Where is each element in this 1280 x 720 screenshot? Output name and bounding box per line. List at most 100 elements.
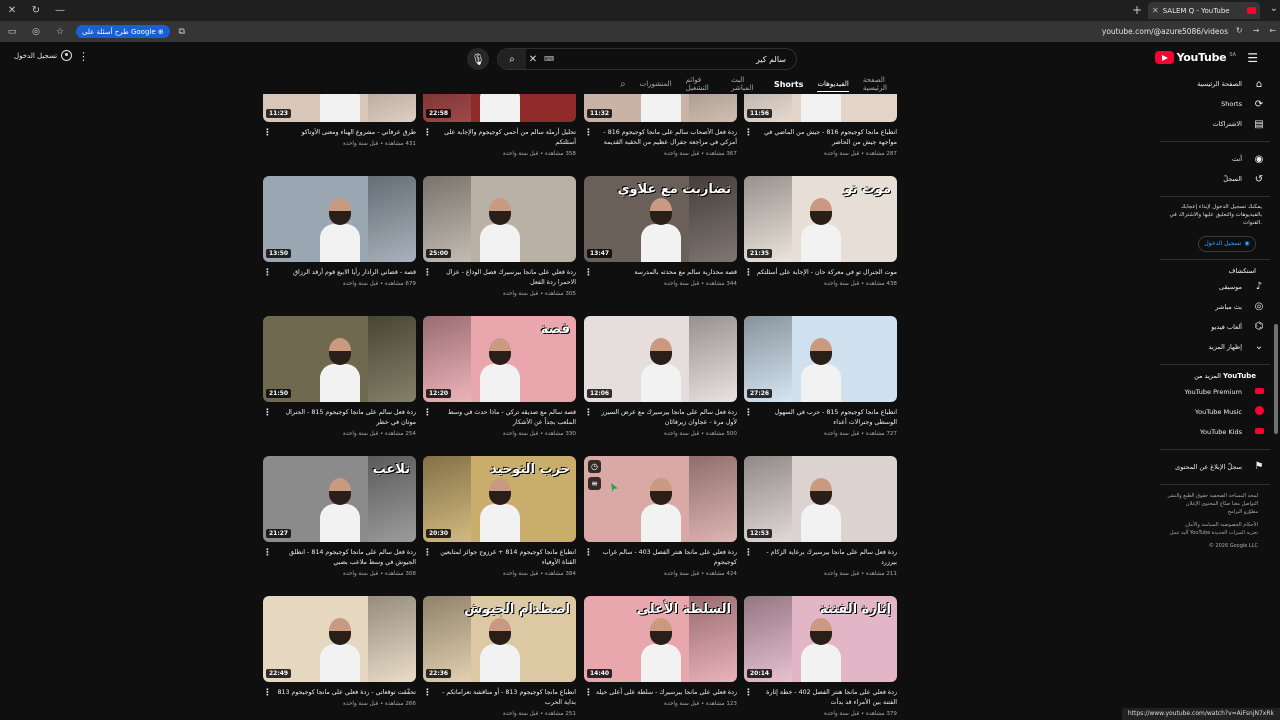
video-thumbnail[interactable]: 11:32 (584, 94, 737, 122)
tab-search-icon[interactable]: ⌄ (1270, 3, 1278, 14)
tab-close-icon[interactable]: ✕ (1152, 6, 1159, 15)
video-more-icon[interactable]: ⋮ (263, 268, 272, 278)
channel-tab[interactable]: الفيديوهات (817, 80, 849, 92)
video-thumbnail[interactable]: تلاعب 21:27 (263, 456, 416, 542)
settings-kebab-icon[interactable]: ⋮ (78, 50, 89, 63)
video-title[interactable]: ردة فعلي على مانجا هنتر الفصل 403 - سالم… (584, 548, 737, 568)
video-more-icon[interactable]: ⋮ (584, 548, 593, 558)
video-card[interactable]: 11:32 ⋮ ردة فعل الأصحاب سالم على مانجا كوج… (579, 94, 737, 176)
voice-search-icon[interactable]: 🎙 (467, 48, 489, 70)
video-title[interactable]: موت الجنرال تو في معركة حان - الإجابة عل… (744, 268, 897, 278)
video-more-icon[interactable]: ⋮ (744, 128, 753, 138)
video-card[interactable]: 12:06 ⋮ ردة فعل سالم على مانجا بيرسيرك مع … (579, 316, 737, 456)
forward-icon[interactable]: → (1253, 26, 1260, 35)
video-more-icon[interactable]: ⋮ (744, 408, 753, 418)
video-more-icon[interactable]: ⋮ (744, 548, 753, 558)
cast-icon[interactable]: ▭ (0, 27, 24, 37)
sidebar-item[interactable]: الاشتراكات ▤ (1160, 114, 1270, 134)
video-thumbnail[interactable]: 11:23 (263, 94, 416, 122)
footer-links-1[interactable]: لمحة المساحة الصحفية حقوق الطبع والنشر (1160, 492, 1258, 500)
sidebar-item[interactable]: ألعاب فيديو ⌬ (1160, 317, 1270, 337)
video-card[interactable]: السلطة الأعلى 14:40 ⋮ ردة فعلي على مانجا بي… (579, 596, 737, 720)
channel-tab[interactable]: البث المباشر (731, 76, 760, 92)
video-card[interactable]: ◷ ≡ ⋮ ردة فعلي على مانجا هنتر الفصل 403 - س… (579, 456, 737, 596)
menu-icon[interactable]: ☰ (1247, 51, 1258, 65)
video-more-icon[interactable]: ⋮ (423, 688, 432, 698)
video-title[interactable]: ردة فعل سالم على مانجا كوجيجوم 815 - الج… (263, 408, 416, 428)
video-card[interactable]: 11:56 ⋮ انطباع مانجا كوجيجوم 816 - جيش من … (739, 94, 897, 176)
video-card[interactable]: قصة 12:20 ⋮ قصة سالم مع صديقه تركي - ماذا ح… (418, 316, 576, 456)
video-title[interactable]: ردة فعلي على مانجا بيرسيرك - سلطة على أع… (584, 688, 737, 698)
footer-links-4[interactable]: الأحكام الخصوصية السياسة والأمان (1160, 521, 1258, 529)
url-field[interactable]: youtube.com/@azure5086/videos (1102, 27, 1228, 36)
channel-search-icon[interactable]: ⌕ (620, 79, 626, 90)
video-more-icon[interactable]: ⋮ (584, 268, 593, 278)
video-more-icon[interactable]: ⋮ (263, 548, 272, 558)
sidebar-item[interactable]: YouTube Kids (1160, 422, 1270, 442)
video-thumbnail[interactable]: ◷ ≡ (584, 456, 737, 542)
sidebar-item-report-history[interactable]: سجلّ الإبلاغ عن المحتوى ⚑ (1160, 457, 1270, 477)
video-card[interactable]: 11:23 ⋮ طرق عرفاني - مشروع الهناء ومعنى ال… (258, 94, 416, 176)
sidebar-item[interactable]: Shorts ⟳ (1160, 94, 1270, 114)
video-more-icon[interactable]: ⋮ (423, 408, 432, 418)
video-card[interactable]: 25:00 ⋮ ردة فعلي على مانجا بيرسيرك فصل الو… (418, 176, 576, 316)
search-input[interactable] (554, 54, 796, 64)
youtube-logo[interactable]: YouTube SA (1154, 51, 1236, 64)
footer-links-3[interactable]: مطوّرو البرامج (1160, 508, 1258, 516)
video-thumbnail[interactable]: 12:06 (584, 316, 737, 402)
video-card[interactable]: موت تو 21:35 ⋮ موت الجنرال تو في معركة حان … (739, 176, 897, 316)
install-app-icon[interactable]: ⧉ (170, 27, 194, 37)
keyboard-icon[interactable]: ⌨ (544, 55, 554, 63)
video-title[interactable]: انطباع مانجا كوجيجوم 814 + غرزوج جوائز ل… (423, 548, 576, 568)
video-more-icon[interactable]: ⋮ (423, 268, 432, 278)
video-card[interactable]: 21:50 ⋮ ردة فعل سالم على مانجا كوجيجوم 815… (258, 316, 416, 456)
video-title[interactable]: قصة - قضاني الرادار رأيا الابيع قوم أرقد… (263, 268, 416, 278)
video-more-icon[interactable]: ⋮ (744, 268, 753, 278)
video-more-icon[interactable]: ⋮ (423, 548, 432, 558)
video-title[interactable]: طرق عرفاني - مشروع الهناء ومعنى الأوتاكو (263, 128, 416, 138)
video-thumbnail[interactable]: 13:50 (263, 176, 416, 262)
refresh-icon[interactable]: ↻ (1236, 26, 1243, 35)
video-thumbnail[interactable]: السلطة الأعلى 14:40 (584, 596, 737, 682)
sidebar-item[interactable]: الصفحة الرئيسية ⌂ (1160, 74, 1270, 94)
sidebar-item[interactable]: إظهار المزيد ⌄ (1160, 337, 1270, 357)
browser-tab[interactable]: ✕ SALEM Q - YouTube (1148, 2, 1260, 19)
video-thumbnail[interactable]: موت تو 21:35 (744, 176, 897, 262)
video-title[interactable]: تحليل أرملة سالم من أحمي كوجيجوم والإجاب… (423, 128, 576, 148)
video-thumbnail[interactable]: 12:53 (744, 456, 897, 542)
video-thumbnail[interactable]: 25:00 (423, 176, 576, 262)
add-to-queue-icon[interactable]: ≡ (588, 477, 601, 490)
video-thumbnail[interactable]: 22:49 (263, 596, 416, 682)
channel-tab[interactable]: Shorts (774, 80, 803, 89)
new-tab-icon[interactable]: + (1132, 3, 1142, 17)
ask-google-chip[interactable]: طرح أسئلة على Google ⊕ (76, 25, 170, 38)
scrollbar[interactable] (1272, 74, 1280, 720)
video-card[interactable]: تضاربت مع علاوي 13:47 ⋮ قصة محذارية سالم مع… (579, 176, 737, 316)
sidebar-item[interactable]: أنت ◉ (1160, 149, 1270, 169)
video-title[interactable]: انطباع مانجا كوجيجوم 815 - حرب في السهول… (744, 408, 897, 428)
video-thumbnail[interactable]: 22:58 (423, 94, 576, 122)
video-more-icon[interactable]: ⋮ (263, 688, 272, 698)
video-card[interactable]: 27:26 ⋮ انطباع مانجا كوجيجوم 815 - حرب في … (739, 316, 897, 456)
bookmark-star-icon[interactable]: ☆ (48, 27, 72, 37)
video-thumbnail[interactable]: 27:26 (744, 316, 897, 402)
channel-tab[interactable]: الصفحة الرئيسية (863, 76, 900, 92)
video-title[interactable]: ردة فعل سالم على مانجا بيرسيرك برعاية ال… (744, 548, 897, 568)
video-thumbnail[interactable]: 11:56 (744, 94, 897, 122)
channel-tab[interactable]: المنشورات (640, 80, 672, 88)
watch-later-icon[interactable]: ◷ (588, 460, 601, 473)
video-card[interactable]: 22:58 ⋮ تحليل أرملة سالم من أحمي كوجيجوم و… (418, 94, 576, 176)
video-more-icon[interactable]: ⋮ (263, 408, 272, 418)
sidebar-item[interactable]: YouTube Music (1160, 402, 1270, 422)
sidebar-item[interactable]: السجلّ ↺ (1160, 169, 1270, 189)
video-title[interactable]: ردة فعل سالم على مانجا بيرسيرك مع عرض ال… (584, 408, 737, 428)
video-title[interactable]: ردة فعل الأصحاب سالم على مانجا كوجيجوم 8… (584, 128, 737, 148)
clear-search-icon[interactable]: ✕ (526, 54, 540, 65)
video-more-icon[interactable]: ⋮ (423, 128, 432, 138)
reload-icon[interactable]: ↻ (24, 0, 48, 21)
video-card[interactable]: حرب التوحيد 20:30 ⋮ انطباع مانجا كوجيجوم 81… (418, 456, 576, 596)
video-card[interactable]: اصطدام الجيوش 22:36 ⋮ انطباع مانجا كوجيجوم … (418, 596, 576, 720)
video-title[interactable]: انطباع مانجا كوجيجوم 813 - أو مناقشة تعر… (423, 688, 576, 708)
video-thumbnail[interactable]: حرب التوحيد 20:30 (423, 456, 576, 542)
video-more-icon[interactable]: ⋮ (584, 128, 593, 138)
